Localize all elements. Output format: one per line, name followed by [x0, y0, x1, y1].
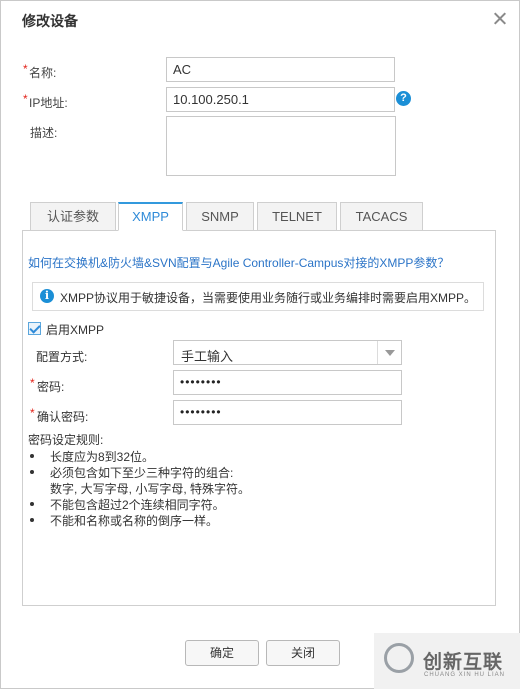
password-label: 密码: [37, 380, 65, 394]
ok-button[interactable]: 确定 [185, 640, 259, 666]
watermark-subtext: CHUANG XIN HU LIAN [424, 672, 506, 678]
config-mode-value: 手工输入 [181, 349, 234, 364]
bullet [30, 454, 34, 458]
enable-xmpp-checkbox[interactable] [28, 322, 41, 335]
close-icon[interactable] [491, 10, 509, 28]
info-text: XMPP协议用于敏捷设备，当需要使用业务随行或业务编排时需要启用XMPP。 [60, 291, 477, 305]
close-button[interactable]: 关闭 [266, 640, 340, 666]
ip-input[interactable] [166, 87, 395, 112]
select-divider [377, 341, 378, 364]
rule-item: 不能包含超过2个连续相同字符。 [50, 498, 225, 512]
rule-item: 长度应为8到32位。 [50, 450, 155, 464]
name-input[interactable] [166, 57, 395, 82]
tab-auth-params[interactable]: 认证参数 [30, 202, 116, 231]
config-mode-label: 配置方式: [36, 350, 88, 364]
tab-xmpp[interactable]: XMPP [118, 202, 183, 231]
dialog-title: 修改设备 [22, 13, 78, 29]
password-rules-title: 密码设定规则: [28, 433, 104, 447]
tab-snmp[interactable]: SNMP [186, 202, 254, 231]
enable-xmpp-label: 启用XMPP [46, 323, 105, 337]
watermark-text: 创新互联 [423, 652, 504, 673]
required-mark: * [23, 92, 28, 106]
xmpp-help-link[interactable]: 如何在交换机&防火墙&SVN配置与Agile Controller-Campus… [28, 254, 449, 271]
chevron-down-icon[interactable] [385, 350, 395, 356]
help-icon[interactable]: ? [396, 91, 411, 106]
password-input[interactable]: •••••••• [173, 370, 402, 395]
required-mark: * [30, 376, 35, 390]
bullet [30, 470, 34, 474]
watermark-logo-icon [384, 643, 414, 673]
tab-telnet[interactable]: TELNET [257, 202, 337, 231]
confirm-password-input[interactable]: •••••••• [173, 400, 402, 425]
ip-label: IP地址: [29, 96, 68, 110]
tab-tacacs[interactable]: TACACS [340, 202, 423, 231]
rule-item: 数字, 大写字母, 小写字母, 特殊字符。 [50, 482, 251, 496]
name-label: 名称: [29, 66, 57, 80]
rule-item: 不能和名称或名称的倒序一样。 [50, 514, 219, 528]
rule-item: 必须包含如下至少三种字符的组合: [50, 466, 234, 480]
info-icon: i [40, 289, 54, 303]
description-label: 描述: [30, 126, 58, 140]
bullet [30, 502, 34, 506]
confirm-password-label: 确认密码: [37, 410, 89, 424]
bullet [30, 518, 34, 522]
required-mark: * [30, 406, 35, 420]
description-textarea[interactable] [166, 116, 396, 176]
required-mark: * [23, 62, 28, 76]
title-bar: 修改设备 [1, 1, 519, 37]
